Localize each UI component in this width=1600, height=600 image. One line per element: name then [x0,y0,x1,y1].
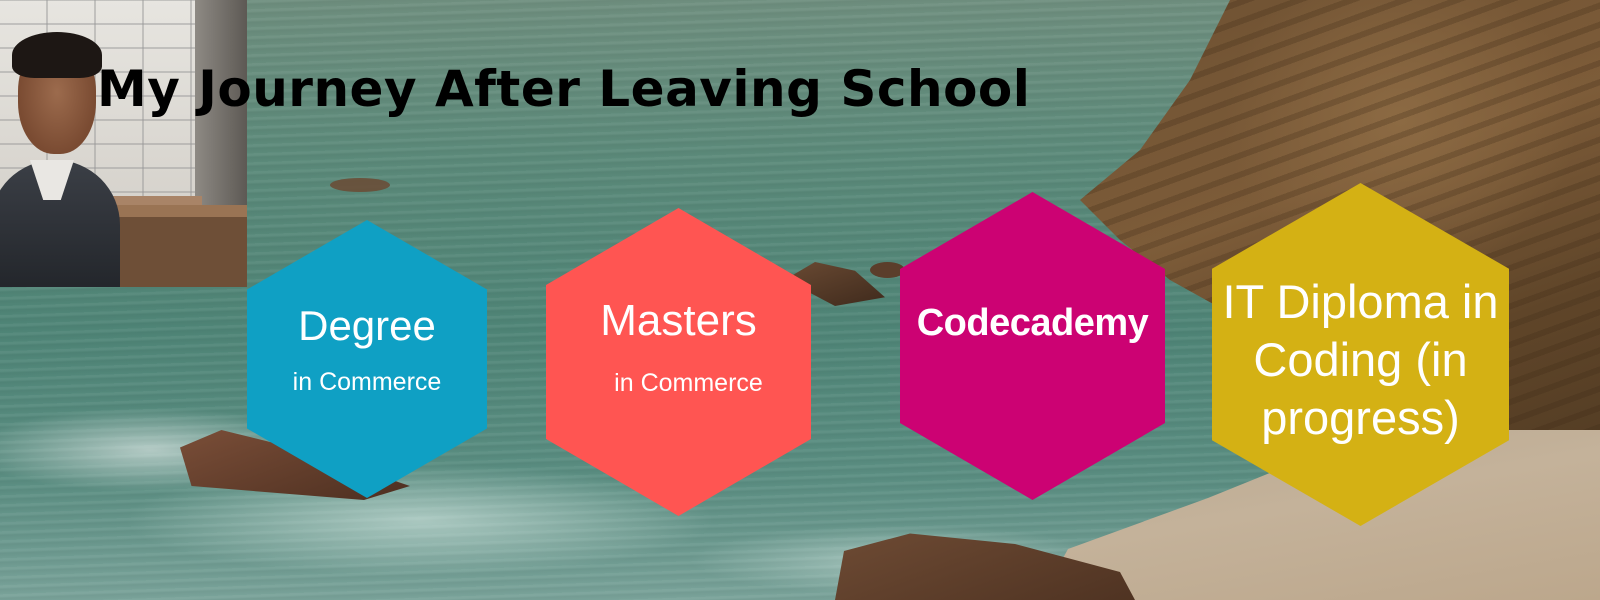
hexagon-title: Degree [298,302,436,349]
hexagon-title: Codecademy [916,302,1149,344]
hexagon-title: IT Diploma in Coding (in progress) [1222,275,1499,444]
page-title: My Journey After Leaving School [97,60,1031,118]
hexagon-title: Masters [600,296,757,345]
hexagon-subtitle: in Commerce [292,368,442,396]
small-rock [870,262,905,278]
portrait-photo [0,0,247,287]
small-rock [330,178,390,192]
hexagon-subtitle: in Commerce [614,369,763,397]
